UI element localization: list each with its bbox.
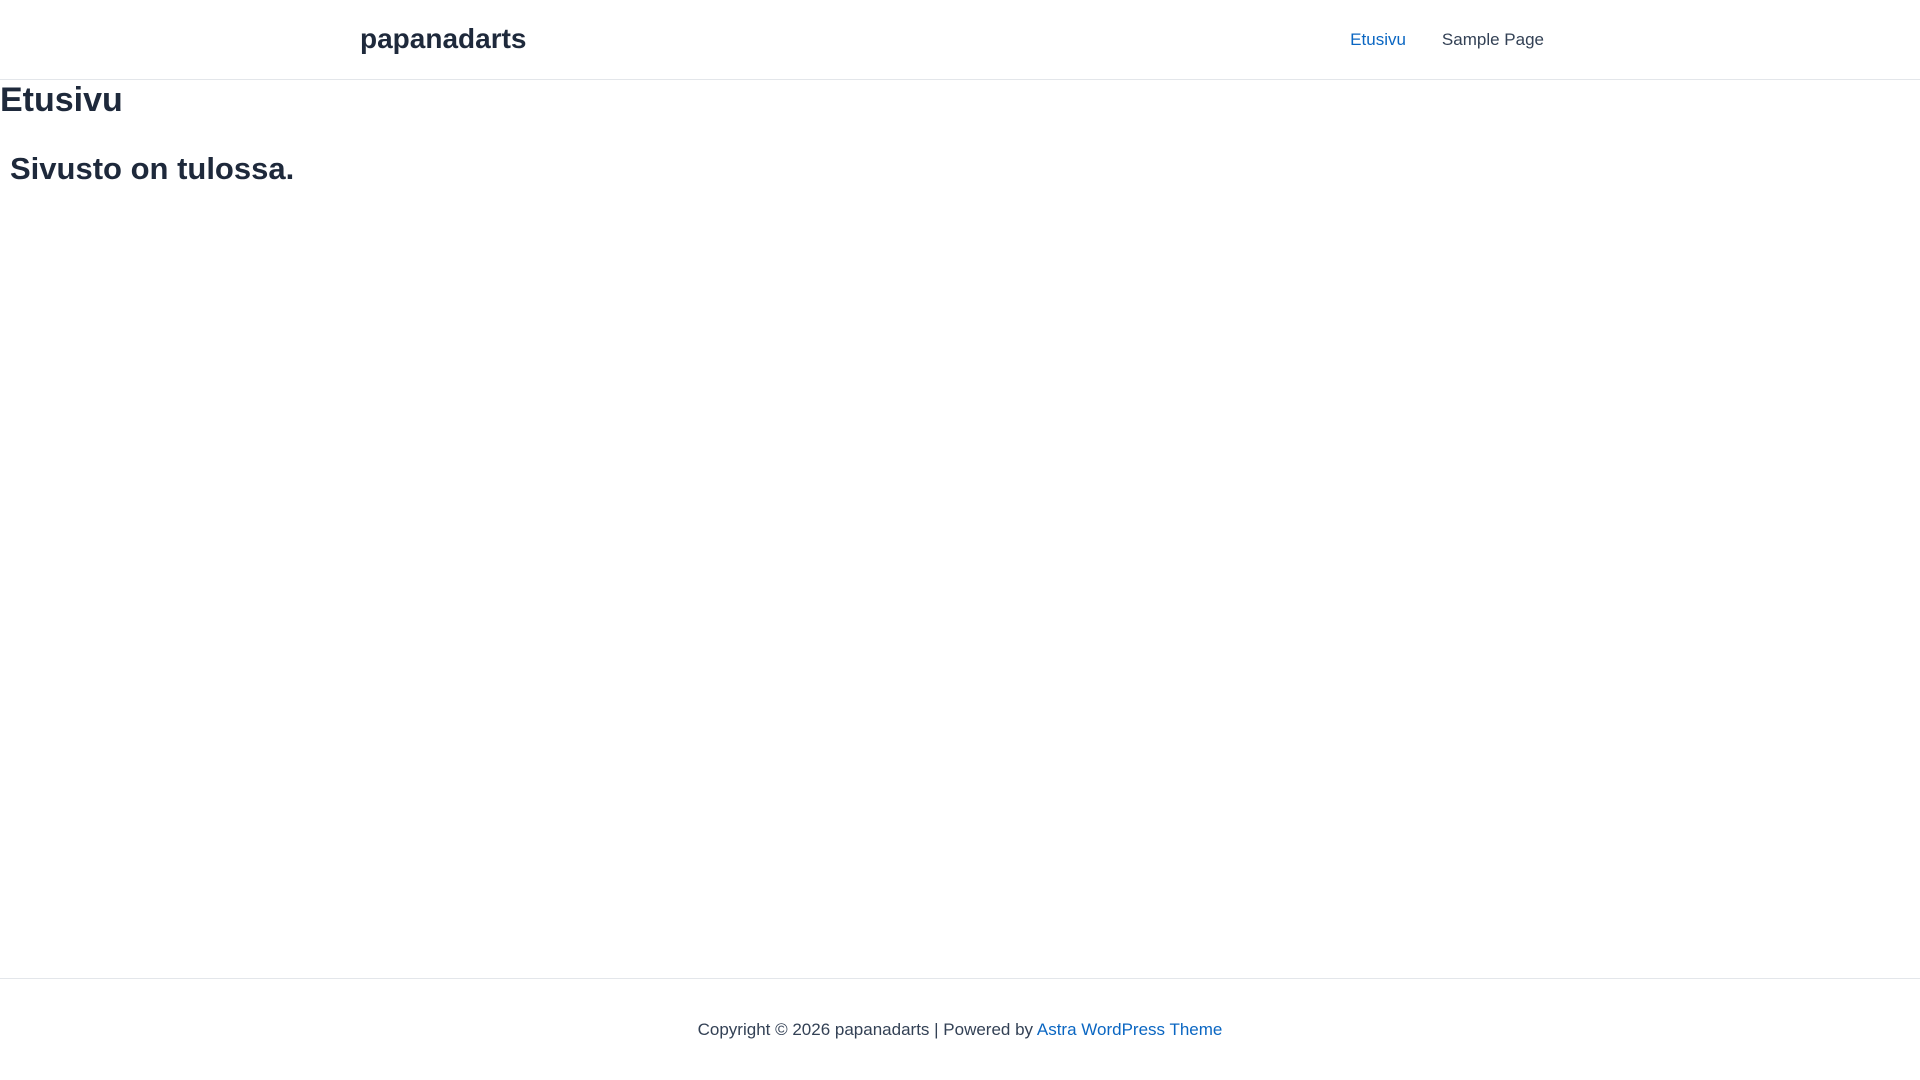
page-title: Etusivu xyxy=(0,81,123,119)
site-header: papanadarts Etusivu Sample Page xyxy=(0,0,1920,80)
site-footer: Copyright © 2026 papanadarts | Powered b… xyxy=(0,978,1920,1080)
main-navigation: Etusivu Sample Page xyxy=(1332,0,1562,79)
entry-heading: Sivusto on tulossa. xyxy=(10,151,295,186)
astra-theme-link[interactable]: Astra WordPress Theme xyxy=(1037,1020,1223,1039)
nav-item-etusivu[interactable]: Etusivu xyxy=(1332,30,1424,50)
footer-copyright: Copyright © 2026 papanadarts | Powered b… xyxy=(0,1019,1920,1041)
site-title-link[interactable]: papanadarts xyxy=(360,22,527,56)
copyright-text: Copyright © 2026 papanadarts | Powered b… xyxy=(697,1020,1034,1039)
nav-item-sample-page[interactable]: Sample Page xyxy=(1424,30,1562,50)
